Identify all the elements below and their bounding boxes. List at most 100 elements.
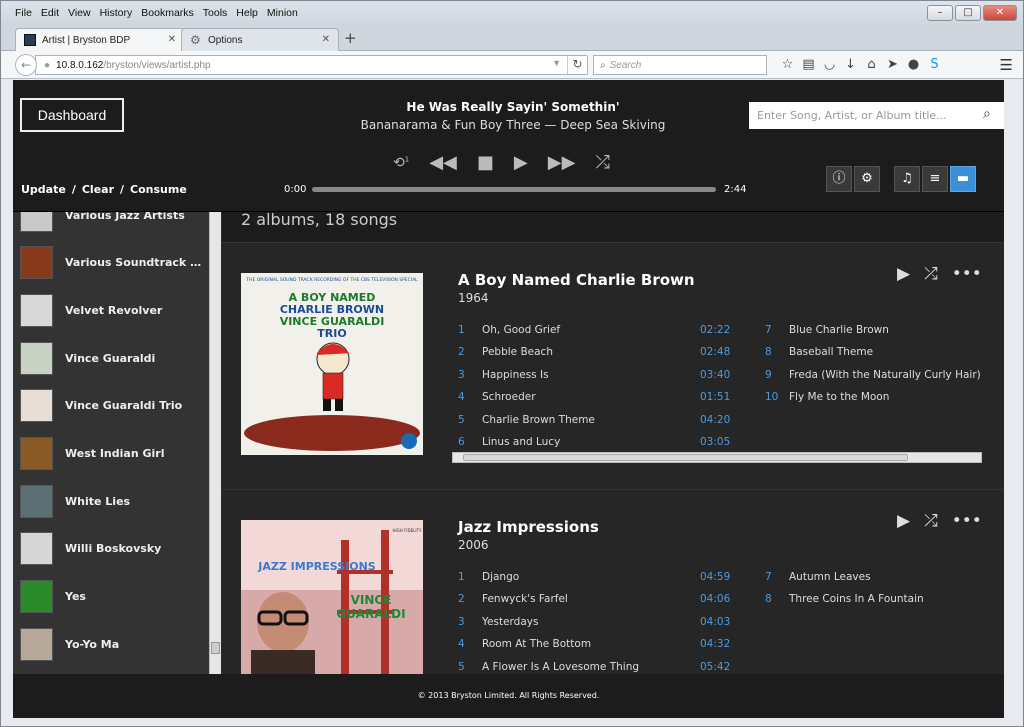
search-icon[interactable]: ⌕: [983, 106, 991, 122]
reading-list-icon[interactable]: ▤: [798, 56, 819, 74]
sidebar-artist-item[interactable]: Yo-Yo Ma: [13, 624, 209, 664]
track-row[interactable]: 7 Blue Charlie Brown: [765, 320, 1004, 340]
more-options-icon[interactable]: •••: [952, 511, 982, 531]
chat-icon[interactable]: ●: [903, 56, 924, 74]
consume-link[interactable]: Consume: [130, 183, 187, 196]
track-title: Fenwyck's Farfel: [482, 593, 568, 606]
sidebar-artist-item[interactable]: Various Soundtrack Artists: [13, 243, 209, 283]
update-link[interactable]: Update: [21, 183, 66, 196]
sidebar-artist-item[interactable]: Vince Guaraldi: [13, 338, 209, 378]
music-note-icon[interactable]: ♫: [894, 166, 920, 192]
album-title[interactable]: Jazz Impressions: [458, 518, 599, 536]
repeat-icon[interactable]: ⟲1: [393, 155, 409, 171]
close-window-button[interactable]: ✕: [983, 5, 1017, 21]
library-search-input[interactable]: [749, 102, 1004, 129]
track-row[interactable]: 2 Fenwyck's Farfel 04:06: [458, 589, 730, 609]
shuffle-icon[interactable]: ⤮: [595, 152, 609, 173]
clear-link[interactable]: Clear: [82, 183, 114, 196]
sidebar-artist-item[interactable]: Vince Guaraldi Trio: [13, 386, 209, 426]
minimize-button[interactable]: –: [927, 5, 953, 21]
browser-search-placeholder: Search: [609, 59, 642, 71]
track-row[interactable]: 5 A Flower Is A Lovesome Thing 05:42: [458, 657, 730, 674]
track-row[interactable]: 4 Room At The Bottom 04:32: [458, 634, 730, 654]
track-row[interactable]: 4 Schroeder 01:51: [458, 387, 730, 407]
menu-edit[interactable]: Edit: [41, 7, 59, 19]
menu-help[interactable]: Help: [236, 7, 258, 19]
album-year: 1964: [458, 291, 489, 305]
tab-artist[interactable]: Artist | Bryston BDP ✕: [15, 28, 185, 51]
track-title: Happiness Is: [482, 368, 549, 381]
tab-options[interactable]: ⚙ Options ✕: [181, 28, 339, 51]
more-options-icon[interactable]: •••: [952, 264, 982, 284]
reload-button[interactable]: ↻: [567, 56, 587, 74]
list-view-icon[interactable]: ≡: [922, 166, 948, 192]
dashboard-button[interactable]: Dashboard: [20, 98, 124, 132]
stop-icon[interactable]: ■: [477, 152, 494, 173]
play-album-icon[interactable]: ▶: [897, 511, 910, 531]
close-tab-icon[interactable]: ✕: [322, 34, 330, 45]
pocket-icon[interactable]: ◡: [819, 56, 840, 74]
sidebar-artist-item[interactable]: West Indian Girl: [13, 434, 209, 474]
sidebar-artist-item[interactable]: Willi Boskovsky: [13, 529, 209, 569]
sidebar-artist-item[interactable]: White Lies: [13, 481, 209, 521]
skype-icon[interactable]: S: [924, 56, 945, 74]
track-row[interactable]: 6 Linus and Lucy 03:05: [458, 432, 730, 452]
grid-view-icon[interactable]: ▬: [950, 166, 976, 192]
sidebar-artist-item[interactable]: Various Jazz Artists: [13, 212, 209, 235]
hamburger-menu-icon[interactable]: ☰: [1000, 56, 1013, 74]
album-card: JAZZ IMPRESSIONS VINCE GUARALDI HIGH FID…: [222, 489, 1004, 674]
track-row[interactable]: 8 Three Coins In A Fountain: [765, 589, 1004, 609]
album-card: THE ORIGINAL SOUND TRACK RECORDING OF TH…: [222, 242, 1004, 489]
back-button[interactable]: ←: [15, 54, 37, 76]
sidebar-artist-item[interactable]: Velvet Revolver: [13, 290, 209, 330]
menu-view[interactable]: View: [68, 7, 91, 19]
track-row[interactable]: 9 Freda (With the Naturally Curly Hair): [765, 365, 1004, 385]
tracks-horizontal-scrollbar[interactable]: [452, 452, 982, 463]
track-row[interactable]: 10 Fly Me to the Moon: [765, 387, 1004, 407]
browser-search-input[interactable]: ⌕ Search: [593, 55, 767, 75]
next-icon[interactable]: ▶▶: [548, 152, 576, 173]
track-duration: 04:06: [700, 593, 731, 606]
track-row[interactable]: 2 Pebble Beach 02:48: [458, 342, 730, 362]
progress-bar[interactable]: [312, 187, 716, 192]
track-row[interactable]: 8 Baseball Theme: [765, 342, 1004, 362]
track-row[interactable]: 3 Happiness Is 03:40: [458, 365, 730, 385]
horizontal-scroll-thumb[interactable]: [463, 454, 908, 461]
album-title[interactable]: A Boy Named Charlie Brown: [458, 271, 695, 289]
track-row[interactable]: 5 Charlie Brown Theme 04:20: [458, 410, 730, 430]
menu-file[interactable]: File: [15, 7, 32, 19]
close-tab-icon[interactable]: ✕: [168, 34, 176, 45]
menu-tools[interactable]: Tools: [203, 7, 228, 19]
sidebar-scrollbar[interactable]: [209, 212, 221, 674]
new-tab-icon[interactable]: +: [344, 29, 357, 47]
track-row[interactable]: 1 Oh, Good Grief 02:22: [458, 320, 730, 340]
track-row[interactable]: 3 Yesterdays 04:03: [458, 612, 730, 632]
shuffle-album-icon[interactable]: ⤮: [924, 264, 938, 284]
previous-icon[interactable]: ◀◀: [429, 152, 457, 173]
bookmark-star-icon[interactable]: ☆: [777, 56, 798, 74]
shuffle-album-icon[interactable]: ⤮: [924, 511, 938, 531]
track-duration: 04:59: [700, 571, 731, 583]
artist-name: Yes: [65, 590, 86, 604]
menu-bookmarks[interactable]: Bookmarks: [141, 7, 194, 19]
url-dropdown-icon[interactable]: ▼: [552, 58, 561, 68]
maximize-button[interactable]: □: [955, 5, 981, 21]
play-album-icon[interactable]: ▶: [897, 264, 910, 284]
track-title: Autumn Leaves: [789, 571, 871, 583]
track-row[interactable]: 7 Autumn Leaves: [765, 567, 1004, 587]
play-icon[interactable]: ▶: [514, 152, 528, 173]
info-icon[interactable]: ⓘ: [826, 166, 852, 192]
menu-history[interactable]: History: [100, 7, 133, 19]
track-row[interactable]: 1 Django 04:59: [458, 567, 730, 587]
album-cover-jazz-impressions[interactable]: JAZZ IMPRESSIONS VINCE GUARALDI HIGH FID…: [241, 520, 423, 674]
settings-gear-icon[interactable]: ⚙: [854, 166, 880, 192]
globe-icon: ●: [44, 59, 51, 71]
url-bar[interactable]: ● 10.8.0.162 /bryston/views/artist.php ▼: [35, 55, 588, 75]
sidebar-scroll-thumb[interactable]: [211, 642, 220, 654]
album-cover-charlie-brown[interactable]: THE ORIGINAL SOUND TRACK RECORDING OF TH…: [241, 273, 423, 455]
send-icon[interactable]: ➤: [882, 56, 903, 74]
download-icon[interactable]: ↓: [840, 56, 861, 74]
sidebar-artist-item[interactable]: Yes: [13, 577, 209, 617]
home-icon[interactable]: ⌂: [861, 56, 882, 74]
menu-minion[interactable]: Minion: [267, 7, 298, 19]
